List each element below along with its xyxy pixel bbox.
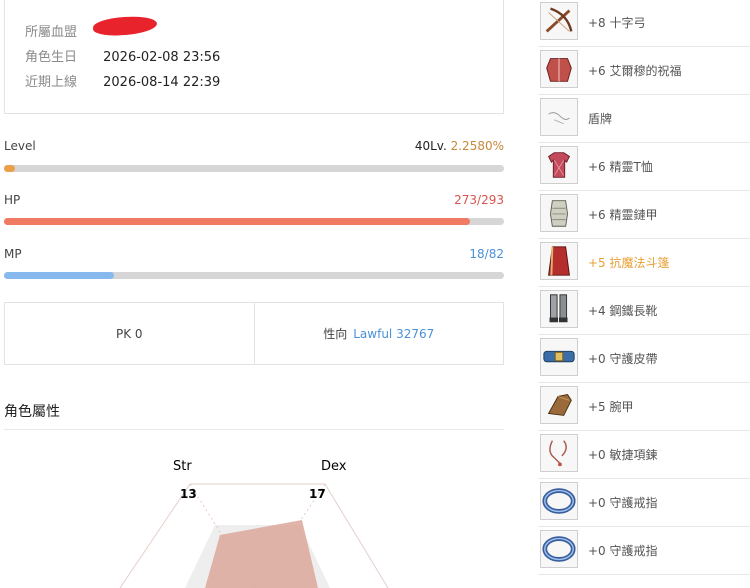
birthday-row: 角色生日 2026-02-08 23:56 (25, 46, 220, 65)
equipment-item[interactable]: +0 守護戒指 (538, 480, 750, 527)
pk-alignment-box: PK 0 性向 Lawful 32767 (4, 302, 504, 365)
shield-sketch-icon (540, 98, 578, 136)
radar-value-str: 13 (180, 487, 197, 501)
hp-label: HP (4, 193, 21, 207)
equipment-item[interactable]: +0 守護皮帶 (538, 336, 750, 383)
level-bar-fill (4, 165, 16, 172)
ring-icon (540, 530, 578, 568)
last-login-label: 近期上線 (25, 75, 78, 90)
equipment-item[interactable]: 盾牌 (538, 96, 750, 143)
tshirt-icon (540, 146, 578, 184)
hp-bar (4, 218, 504, 225)
equipment-item[interactable]: +5 腕甲 (538, 384, 750, 431)
radar-axis-dex: Dex (321, 459, 347, 474)
boots-icon (540, 290, 578, 328)
equipment-item[interactable]: +5 抗魔法斗篷 (538, 240, 750, 287)
birthday-label: 角色生日 (25, 50, 78, 65)
radar-value-dex: 17 (309, 487, 326, 501)
birthday-value: 2026-02-08 23:56 (103, 50, 221, 65)
equipment-name: +0 守護皮帶 (588, 352, 658, 366)
attributes-title: 角色屬性 (4, 404, 60, 420)
equipment-item[interactable]: +0 守護戒指 (538, 528, 750, 575)
cloak-icon (540, 242, 578, 280)
ring-icon (540, 482, 578, 520)
crossbow-icon (540, 2, 578, 40)
level-label: Level (4, 139, 36, 153)
belt-icon (540, 338, 578, 376)
last-login-value: 2026-08-14 22:39 (103, 75, 221, 90)
clan-row: 所屬血盟 (25, 21, 99, 40)
last-login-row: 近期上線 2026-08-14 22:39 (25, 71, 220, 90)
redacted-clan-name (92, 15, 158, 37)
equipment-name: +6 精靈鏈甲 (588, 208, 658, 222)
equipment-name: +0 敏捷項鍊 (588, 448, 658, 462)
equipment-name: +6 艾爾穆的祝福 (588, 64, 682, 78)
level-bar (4, 165, 504, 172)
clan-label: 所屬血盟 (25, 25, 78, 40)
mp-bar (4, 272, 504, 279)
equipment-name: +8 十字弓 (588, 16, 646, 30)
hp-value: 273/293 (454, 193, 504, 207)
equipment-item[interactable]: +6 精靈T恤 (538, 144, 750, 191)
alignment-value: Lawful 32767 (353, 326, 435, 341)
alignment-cell: 性向 Lawful 32767 (253, 303, 504, 364)
equipment-name: +5 腕甲 (588, 400, 634, 414)
alignment-label: 性向 (323, 327, 348, 341)
level-number: 40Lv. (414, 139, 447, 153)
equipment-name: +5 抗魔法斗篷 (588, 256, 670, 270)
equipment-name: 盾牌 (588, 112, 613, 126)
attribute-radar-chart: Str Dex 13 17 (119, 459, 389, 588)
radar-outer-right-edge (324, 483, 389, 588)
equipment-name: +0 守護戒指 (588, 544, 658, 558)
mp-label: MP (4, 247, 22, 261)
equipment-item[interactable]: +4 鋼鐵長靴 (538, 288, 750, 335)
mp-value: 18/82 (469, 247, 504, 261)
equipment-item[interactable]: +0 敏捷項鍊 (538, 432, 750, 479)
hp-bar-fill (4, 218, 470, 225)
equipment-name: +4 鋼鐵長靴 (588, 304, 658, 318)
pk-count: PK 0 (115, 326, 143, 341)
equipment-item[interactable]: +6 艾爾穆的祝福 (538, 48, 750, 95)
character-info-card: 所屬血盟 角色生日 2026-02-08 23:56 近期上線 2026-08-… (4, 0, 504, 114)
radar-axis-str: Str (173, 459, 192, 474)
level-percent: 2.2580% (450, 139, 504, 153)
chest-armor-icon (540, 50, 578, 88)
equipment-name: +0 守護戒指 (588, 496, 658, 510)
pk-cell: PK 0 (5, 303, 254, 364)
mp-bar-fill (4, 272, 114, 279)
equipment-item[interactable]: +6 精靈鏈甲 (538, 192, 750, 239)
equipment-item[interactable]: +8 十字弓 (538, 0, 750, 47)
gauntlet-icon (540, 386, 578, 424)
chainmail-icon (540, 194, 578, 232)
equipment-name: +6 精靈T恤 (588, 160, 653, 174)
level-value: 40Lv. 2.2580% (204, 139, 504, 153)
necklace-icon (540, 434, 578, 472)
